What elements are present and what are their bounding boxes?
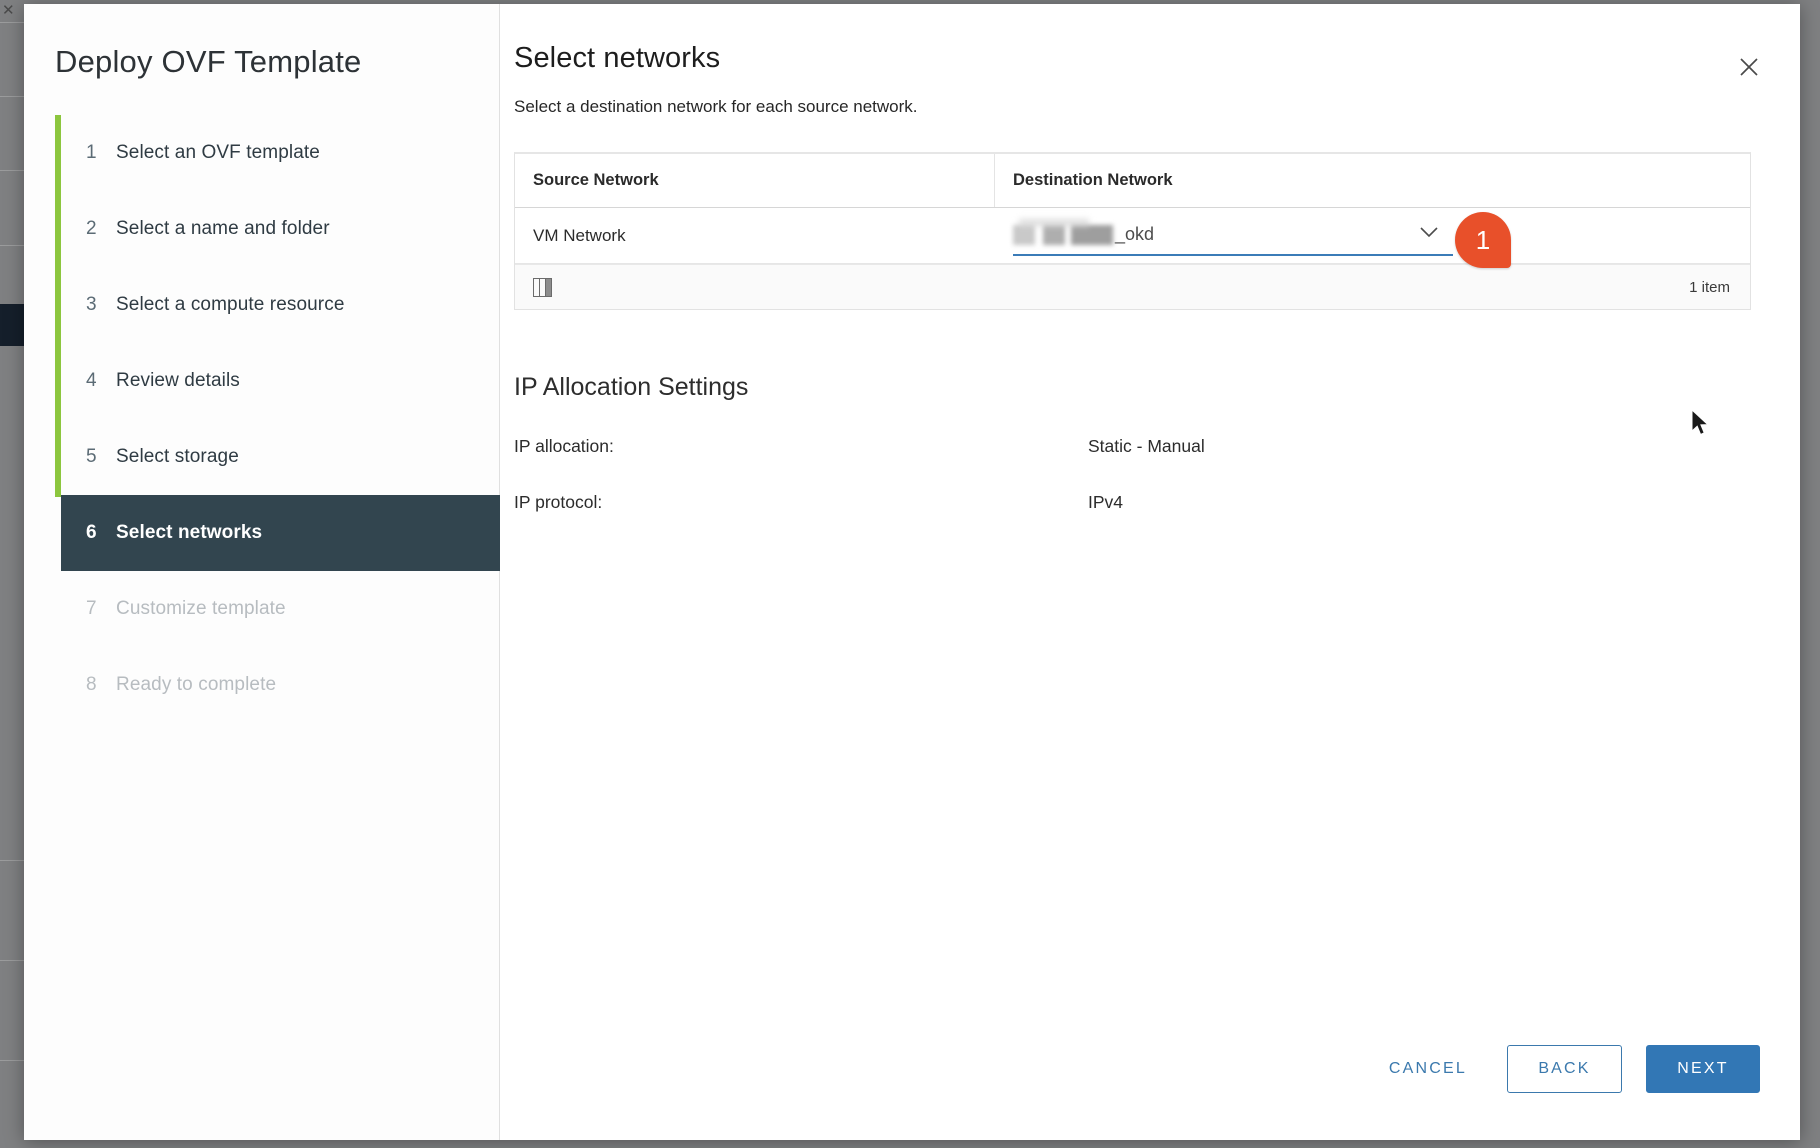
wizard-step-number: 5	[86, 446, 97, 467]
background-close-icon: ✕	[2, 2, 15, 19]
wizard-step-label: Select an OVF template	[116, 142, 320, 163]
wizard-step-number: 4	[86, 370, 97, 391]
network-mapping-table: Source Network Destination Network VM Ne…	[514, 152, 1751, 310]
wizard-step-label: Customize template	[116, 598, 286, 619]
wizard-step-label: Ready to complete	[116, 674, 277, 695]
redacted-network-name	[1013, 224, 1113, 245]
ip-allocation-value: Static - Manual	[1088, 436, 1205, 456]
close-icon[interactable]	[1732, 50, 1766, 84]
table-footer: 1 item	[515, 264, 1750, 309]
destination-network-select[interactable]: _okd	[1013, 216, 1453, 256]
ip-protocol-row: IP protocol: IPv4	[514, 492, 1751, 513]
item-count-label: 1 item	[1689, 278, 1730, 296]
wizard-step-number: 8	[86, 674, 97, 695]
page-title: Select networks	[514, 42, 721, 74]
column-header-destination-network[interactable]: Destination Network	[995, 154, 1750, 207]
wizard-step-number: 1	[86, 142, 97, 163]
table-row: VM Network _okd	[515, 208, 1750, 264]
wizard-step-label: Select networks	[116, 522, 263, 543]
wizard-step-label: Select a name and folder	[116, 218, 330, 239]
wizard-step-5[interactable]: 5 Select storage	[24, 419, 499, 495]
wizard-step-list: 1 Select an OVF template 2 Select a name…	[24, 115, 500, 723]
dialog-footer: CANCEL BACK NEXT	[500, 998, 1800, 1140]
deploy-ovf-template-dialog: Deploy OVF Template 1 Select an OVF temp…	[24, 4, 1800, 1140]
next-button[interactable]: NEXT	[1646, 1045, 1760, 1093]
wizard-content: Select networks Select a destination net…	[500, 4, 1800, 1140]
wizard-step-label: Select a compute resource	[116, 294, 345, 315]
wizard-step-8: 8 Ready to complete	[24, 647, 499, 723]
ip-protocol-label: IP protocol:	[514, 492, 603, 512]
wizard-step-label: Review details	[116, 370, 240, 391]
table-header-row: Source Network Destination Network	[515, 154, 1750, 208]
wizard-step-1[interactable]: 1 Select an OVF template	[24, 115, 499, 191]
wizard-step-number: 7	[86, 598, 97, 619]
dialog-title: Deploy OVF Template	[55, 44, 362, 79]
wizard-step-2[interactable]: 2 Select a name and folder	[24, 191, 499, 267]
cell-source-network: VM Network	[533, 225, 626, 245]
cell-destination-network: _okd	[995, 208, 1750, 263]
ip-allocation-settings: IP Allocation Settings IP allocation: St…	[514, 373, 1751, 513]
destination-network-value: _okd	[1115, 224, 1155, 244]
wizard-step-3[interactable]: 3 Select a compute resource	[24, 267, 499, 343]
ip-protocol-value: IPv4	[1088, 492, 1124, 512]
columns-icon[interactable]	[533, 277, 552, 297]
wizard-step-6[interactable]: 6 Select networks	[61, 495, 500, 571]
wizard-step-number: 2	[86, 218, 97, 239]
back-button[interactable]: BACK	[1507, 1045, 1622, 1093]
page-subtitle: Select a destination network for each so…	[514, 97, 918, 116]
ip-allocation-row: IP allocation: Static - Manual	[514, 436, 1751, 457]
ip-allocation-heading: IP Allocation Settings	[514, 373, 749, 401]
wizard-step-label: Select storage	[116, 446, 239, 467]
ip-allocation-label: IP allocation:	[514, 436, 614, 456]
column-header-source-network[interactable]: Source Network	[515, 154, 995, 207]
wizard-step-7: 7 Customize template	[24, 571, 499, 647]
wizard-step-4[interactable]: 4 Review details	[24, 343, 499, 419]
wizard-step-number: 3	[86, 294, 97, 315]
wizard-sidebar: Deploy OVF Template 1 Select an OVF temp…	[24, 4, 500, 1140]
chevron-down-icon	[1419, 226, 1439, 244]
wizard-step-number: 6	[86, 522, 97, 543]
callout-badge-1: 1	[1455, 212, 1511, 268]
cancel-button[interactable]: CANCEL	[1363, 1045, 1493, 1093]
